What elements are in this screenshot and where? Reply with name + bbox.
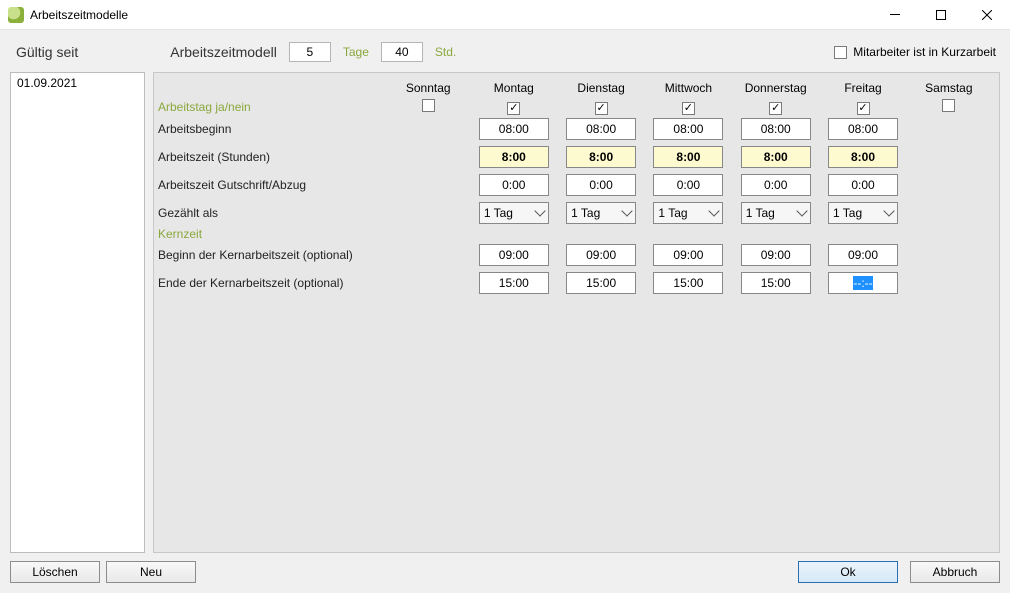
button-row: Löschen Neu Ok Abbruch	[10, 553, 1000, 583]
kern-beginn-input[interactable]	[741, 244, 811, 266]
parameter-row: Gültig seit Arbeitszeitmodell Tage Std. …	[10, 38, 1000, 72]
chevron-down-icon	[621, 205, 632, 216]
workday-checkbox[interactable]	[857, 102, 870, 115]
day-header: Montag	[470, 81, 557, 99]
gezaehlt-label: Gezählt als	[158, 199, 386, 227]
close-button[interactable]	[964, 0, 1010, 29]
arbeitsbeginn-input[interactable]	[653, 118, 723, 140]
arbeitszeit-input[interactable]	[741, 146, 811, 168]
titlebar: Arbeitszeitmodelle	[0, 0, 1010, 30]
gutschrift-input[interactable]	[479, 174, 549, 196]
gueltig-seit-label: Gültig seit	[16, 44, 78, 60]
gezaehlt-select[interactable]: 1 Tag	[828, 202, 898, 224]
day-header: Donnerstag	[732, 81, 819, 99]
arbeitsbeginn-input[interactable]	[741, 118, 811, 140]
close-icon	[982, 10, 992, 20]
list-item[interactable]: 01.09.2021	[11, 73, 144, 93]
app-icon	[8, 7, 24, 23]
kern-ende-label: Ende der Kernarbeitszeit (optional)	[158, 269, 386, 297]
gutschrift-input[interactable]	[828, 174, 898, 196]
kern-ende-input[interactable]	[653, 272, 723, 294]
minimize-button[interactable]	[872, 0, 918, 29]
kern-ende-input[interactable]	[479, 272, 549, 294]
workday-section-label: Arbeitstag ja/nein	[158, 99, 386, 115]
day-header-row: Sonntag Montag Dienstag Mittwoch Donners…	[158, 81, 991, 99]
window-controls	[872, 0, 1010, 29]
gezaehlt-select[interactable]: 1 Tag	[653, 202, 723, 224]
day-header: Sonntag	[386, 81, 470, 99]
arbeitsbeginn-input[interactable]	[479, 118, 549, 140]
workday-checkbox[interactable]	[595, 102, 608, 115]
workday-checkbox[interactable]	[507, 102, 520, 115]
arbeitszeit-input[interactable]	[479, 146, 549, 168]
kern-beginn-input[interactable]	[566, 244, 636, 266]
gezaehlt-select[interactable]: 1 Tag	[479, 202, 549, 224]
cancel-button[interactable]: Abbruch	[910, 561, 1000, 583]
ok-button[interactable]: Ok	[798, 561, 898, 583]
kernzeit-section-label: Kernzeit	[158, 227, 991, 241]
window-body: Gültig seit Arbeitszeitmodell Tage Std. …	[0, 30, 1010, 593]
arbeitszeit-input[interactable]	[828, 146, 898, 168]
gutschrift-input[interactable]	[566, 174, 636, 196]
arbeitsbeginn-input[interactable]	[828, 118, 898, 140]
kurzarbeit-check-icon	[834, 46, 847, 59]
gutschrift-input[interactable]	[653, 174, 723, 196]
chevron-down-icon	[883, 205, 894, 216]
window-title: Arbeitszeitmodelle	[30, 8, 128, 22]
arbeitsbeginn-label: Arbeitsbeginn	[158, 115, 386, 143]
workday-checkbox[interactable]	[422, 99, 435, 112]
chevron-down-icon	[796, 205, 807, 216]
stunden-input[interactable]	[381, 42, 423, 62]
arbeitszeit-input[interactable]	[653, 146, 723, 168]
arbeitszeit-input[interactable]	[566, 146, 636, 168]
gezaehlt-select[interactable]: 1 Tag	[566, 202, 636, 224]
workday-checkbox[interactable]	[682, 102, 695, 115]
kern-beginn-input[interactable]	[828, 244, 898, 266]
kern-beginn-input[interactable]	[479, 244, 549, 266]
model-count-input[interactable]	[289, 42, 331, 62]
day-header: Freitag	[819, 81, 906, 99]
kern-ende-input[interactable]	[828, 272, 898, 294]
model-label: Arbeitszeitmodell	[170, 44, 277, 60]
select-value: 1 Tag	[746, 206, 798, 220]
kern-beginn-input[interactable]	[653, 244, 723, 266]
arbeitsbeginn-input[interactable]	[566, 118, 636, 140]
kurzarbeit-checkbox[interactable]: Mitarbeiter ist in Kurzarbeit	[834, 45, 1000, 59]
day-header: Mittwoch	[645, 81, 732, 99]
arbeitszeit-label: Arbeitszeit (Stunden)	[158, 143, 386, 171]
std-label: Std.	[435, 45, 456, 59]
kern-beginn-label: Beginn der Kernarbeitszeit (optional)	[158, 241, 386, 269]
gutschrift-input[interactable]	[741, 174, 811, 196]
tage-label: Tage	[343, 45, 369, 59]
schedule-panel: Sonntag Montag Dienstag Mittwoch Donners…	[153, 72, 1000, 553]
valid-from-list[interactable]: 01.09.2021	[10, 72, 145, 553]
maximize-button[interactable]	[918, 0, 964, 29]
workday-checkbox[interactable]	[769, 102, 782, 115]
kurzarbeit-label: Mitarbeiter ist in Kurzarbeit	[853, 45, 996, 59]
select-value: 1 Tag	[833, 206, 885, 220]
select-value: 1 Tag	[658, 206, 710, 220]
gutschrift-label: Arbeitszeit Gutschrift/Abzug	[158, 171, 386, 199]
select-value: 1 Tag	[484, 206, 536, 220]
workday-checkbox[interactable]	[942, 99, 955, 112]
new-button[interactable]: Neu	[106, 561, 196, 583]
kern-ende-input[interactable]	[741, 272, 811, 294]
delete-button[interactable]: Löschen	[10, 561, 100, 583]
gezaehlt-select[interactable]: 1 Tag	[741, 202, 811, 224]
chevron-down-icon	[534, 205, 545, 216]
day-header: Samstag	[907, 81, 991, 99]
select-value: 1 Tag	[571, 206, 623, 220]
kern-ende-input[interactable]	[566, 272, 636, 294]
chevron-down-icon	[709, 205, 720, 216]
day-header: Dienstag	[557, 81, 644, 99]
